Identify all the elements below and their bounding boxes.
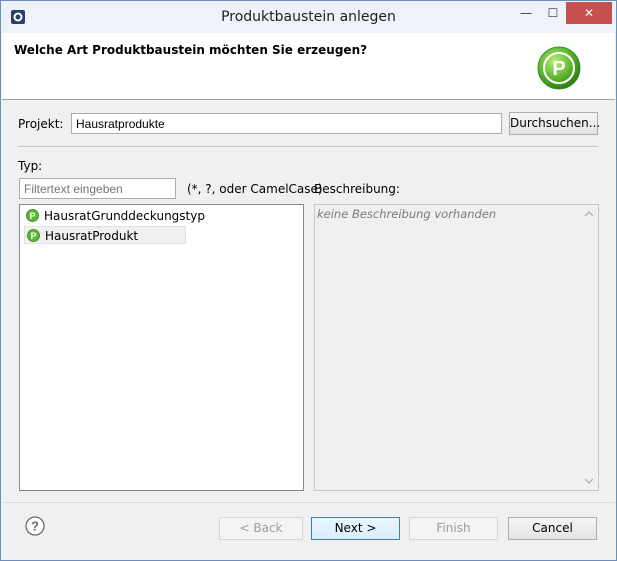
description-text: keine Beschreibung vorhanden	[317, 207, 497, 221]
next-button[interactable]: Next >	[311, 517, 400, 540]
maximize-button[interactable]: ☐	[540, 2, 566, 24]
logo-letter: P	[552, 58, 565, 80]
description-label: Beschreibung:	[314, 182, 400, 196]
wizard-header-title: Welche Art Produktbaustein möchten Sie e…	[14, 43, 368, 57]
wizard-window: Produktbaustein anlegen — ☐ ✕ Welche Art…	[0, 0, 617, 561]
wizard-header: Welche Art Produktbaustein möchten Sie e…	[2, 33, 615, 100]
filter-input[interactable]	[19, 178, 176, 199]
title-bar: Produktbaustein anlegen — ☐ ✕	[1, 1, 616, 33]
product-logo-icon: P	[537, 46, 581, 90]
scroll-up-icon[interactable]	[584, 210, 594, 218]
list-item-selected[interactable]: P HausratProdukt	[24, 226, 186, 244]
minimize-button[interactable]: —	[512, 2, 540, 24]
project-label: Projekt:	[18, 117, 64, 131]
list-item[interactable]: P HausratGrunddeckungstyp	[24, 207, 205, 225]
scroll-down-icon[interactable]	[584, 477, 594, 485]
browse-button[interactable]: Durchsuchen...	[509, 112, 600, 135]
svg-text:?: ?	[31, 519, 39, 534]
project-input[interactable]	[71, 113, 502, 134]
description-box: keine Beschreibung vorhanden	[314, 204, 599, 491]
filter-hint: (*, ?, oder CamelCase)	[187, 182, 323, 196]
finish-button[interactable]: Finish	[409, 517, 498, 540]
help-icon[interactable]: ?	[25, 516, 45, 536]
list-item-label: HausratProdukt	[45, 229, 139, 243]
type-list[interactable]: P HausratGrunddeckungstyp P HausratProdu…	[19, 204, 304, 491]
list-item-label: HausratGrunddeckungstyp	[44, 209, 205, 223]
description-scrollbar[interactable]	[581, 206, 597, 489]
separator	[18, 146, 598, 147]
close-button[interactable]: ✕	[566, 2, 612, 24]
svg-text:P: P	[29, 211, 35, 221]
product-type-icon: P	[26, 209, 39, 222]
product-icon: P	[27, 229, 40, 242]
type-label: Typ:	[18, 159, 43, 173]
button-bar-separator	[2, 502, 615, 503]
svg-text:P: P	[30, 231, 36, 241]
back-button[interactable]: < Back	[219, 517, 303, 540]
cancel-button[interactable]: Cancel	[508, 517, 597, 540]
